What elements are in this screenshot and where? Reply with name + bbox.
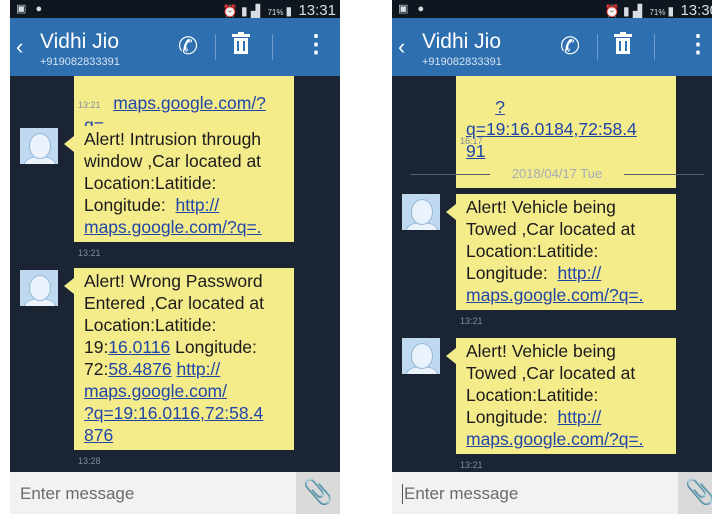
phone-call-icon[interactable]: ✆	[178, 32, 198, 61]
app-bar: ‹ Vidhi Jio +919082833391 ✆ ⋮	[392, 18, 712, 76]
message-bubble[interactable]: Alert! Intrusion through window ,Car loc…	[64, 126, 294, 242]
paperclip-icon[interactable]: 📎	[678, 472, 712, 514]
compose-bar: Enter message 📎	[392, 472, 712, 514]
phone-screen-left: ▣ ● ⏰ ▮ ▟ 71% ▮ 13:31 ‹ Vidhi Jio +919082…	[10, 0, 340, 514]
date-label: 2018/04/17 Tue	[511, 166, 603, 181]
clock: 13:30	[680, 2, 712, 19]
message-bubble[interactable]: Alert! Vehicle being Towed ,Car located …	[446, 194, 676, 310]
notification-icons: ▣ ●	[16, 3, 46, 15]
divider	[215, 34, 216, 60]
message-time: 13:21	[78, 100, 101, 110]
alarm-icon: ⏰	[604, 4, 620, 18]
divider	[654, 34, 655, 60]
divider	[597, 34, 598, 60]
back-icon[interactable]: ‹	[16, 34, 23, 60]
map-link[interactable]: ?q=19:16.0184,72:58.4 91	[466, 97, 637, 161]
contact-avatar[interactable]	[402, 338, 440, 374]
phone-screen-right: ▣ ● ⏰ ▮ ▟ 71%▮ 13:30 ‹ Vidhi Jio +919082…	[392, 0, 712, 514]
battery-icon: ▮	[285, 4, 293, 18]
more-menu-icon[interactable]: ⋮	[304, 30, 328, 59]
battery-percent: 71%	[649, 8, 666, 17]
message-text: Alert! Vehicle being Towed ,Car located …	[466, 197, 641, 283]
contact-name[interactable]: Vidhi Jio	[40, 30, 119, 54]
contact-avatar[interactable]	[20, 270, 58, 306]
paperclip-icon[interactable]: 📎	[296, 472, 340, 514]
battery-percent: 71%	[267, 8, 284, 17]
sim-icon: ▮	[622, 4, 630, 18]
status-bar: ▣ ● ⏰ ▮ ▟ 71% ▮ 13:31	[10, 0, 340, 19]
status-indicators: ⏰ ▮ ▟ 71% ▮ 13:31	[223, 2, 336, 19]
contact-avatar[interactable]	[402, 194, 440, 230]
compose-bar: Enter message 📎	[10, 472, 340, 514]
longitude-link[interactable]: 58.4876	[108, 359, 171, 379]
message-input[interactable]: Enter message	[20, 484, 134, 504]
signal-icon: ▟	[250, 4, 261, 18]
clock: 13:31	[298, 2, 336, 19]
contact-number: +919082833391	[422, 56, 502, 68]
back-icon[interactable]: ‹	[398, 34, 405, 60]
date-separator: 2018/04/17 Tue	[410, 166, 704, 182]
contact-avatar[interactable]	[20, 128, 58, 164]
signal-icon: ▟	[632, 4, 643, 18]
more-menu-icon[interactable]: ⋮	[686, 30, 710, 59]
divider	[272, 34, 273, 60]
message-list[interactable]: ?q=19:16.0184,72:58.4 91 16:17 2018/04/1…	[392, 76, 712, 472]
message-list[interactable]: maps.google.com/?q=. 13:21 Alert! Intrus…	[10, 76, 340, 472]
status-indicators: ⏰ ▮ ▟ 71%▮ 13:30	[605, 2, 712, 19]
contact-number: +919082833391	[40, 56, 120, 68]
message-bubble[interactable]: Alert! Wrong Password Entered ,Car locat…	[64, 268, 294, 450]
message-bubble[interactable]: Alert! Vehicle being Towed ,Car located …	[446, 338, 676, 454]
message-time: 16:17	[460, 136, 483, 146]
notification-icons: ▣ ●	[398, 3, 428, 15]
text-cursor	[402, 484, 403, 504]
sim-icon: ▮	[240, 4, 248, 18]
message-text: Alert! Vehicle being Towed ,Car located …	[466, 341, 641, 427]
latitude-link[interactable]: 16.0116	[108, 337, 170, 357]
message-time: 13:21	[78, 248, 101, 258]
phone-call-icon[interactable]: ✆	[560, 32, 580, 61]
status-bar: ▣ ● ⏰ ▮ ▟ 71%▮ 13:30	[392, 0, 712, 19]
message-time: 13:21	[460, 460, 483, 470]
message-time: 13:21	[460, 316, 483, 326]
message-input[interactable]: Enter message	[404, 484, 518, 504]
alarm-icon: ⏰	[222, 4, 238, 18]
trash-icon[interactable]	[232, 32, 250, 54]
trash-icon[interactable]	[614, 32, 632, 54]
contact-name[interactable]: Vidhi Jio	[422, 30, 501, 54]
app-bar: ‹ Vidhi Jio +919082833391 ✆ ⋮	[10, 18, 340, 76]
battery-icon: ▮	[667, 4, 675, 18]
message-time: 13:28	[78, 456, 101, 466]
